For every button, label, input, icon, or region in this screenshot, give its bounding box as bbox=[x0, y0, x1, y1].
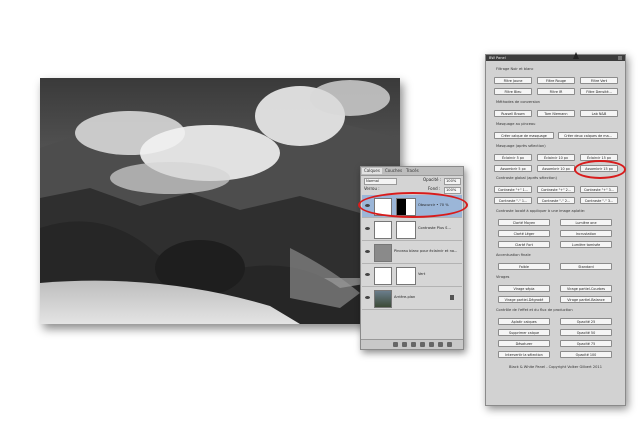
local-contrast-button[interactable]: Clarté Léger bbox=[498, 230, 550, 237]
delete-layer-button[interactable]: Supprimer calque bbox=[498, 329, 550, 336]
adjustment-icon bbox=[374, 267, 392, 285]
contrast-button[interactable]: Contraste "+" 1... bbox=[494, 186, 532, 193]
lighten-button[interactable]: Éclaircir 5 px bbox=[494, 154, 532, 161]
panel-title: BW Panel bbox=[486, 55, 625, 61]
toning-button[interactable]: Virage partiel-Balance bbox=[560, 296, 612, 303]
mask-icon[interactable] bbox=[411, 342, 416, 347]
filter-button[interactable]: Filtre IR bbox=[537, 88, 575, 95]
mask-button[interactable]: Créer calque de masquage bbox=[494, 132, 554, 139]
mask-button[interactable]: Créer deux calques de ma... bbox=[558, 132, 618, 139]
layer-item[interactable]: Arrière-plan bbox=[362, 287, 462, 310]
local-contrast-button[interactable]: Clarté Moyen bbox=[498, 219, 550, 226]
section-heading: Contrôle de l'effet et du flux de produc… bbox=[496, 308, 573, 312]
adjustment-icon[interactable] bbox=[420, 342, 425, 347]
contrast-button[interactable]: Contraste "+" 3... bbox=[580, 186, 618, 193]
tab-layers[interactable]: Calques bbox=[362, 168, 382, 174]
sharpen-button[interactable]: Standard bbox=[560, 263, 612, 270]
highlight-ellipse bbox=[358, 192, 468, 218]
tab-channels[interactable]: Couches bbox=[383, 168, 404, 174]
contrast-button[interactable]: Contraste "-" 2... bbox=[537, 197, 575, 204]
darken-button[interactable]: Assombrir 5 px bbox=[494, 165, 532, 172]
eye-icon[interactable] bbox=[365, 296, 370, 299]
layer-item[interactable]: Contraste Plus S... bbox=[362, 218, 462, 241]
opacity-button[interactable]: Opacité 75 bbox=[560, 340, 612, 347]
contrast-button[interactable]: Contraste "-" 3... bbox=[580, 197, 618, 204]
sharpen-button[interactable]: Faible bbox=[498, 263, 550, 270]
contrast-button[interactable]: Contraste "-" 1... bbox=[494, 197, 532, 204]
close-icon[interactable] bbox=[618, 56, 622, 60]
layer-name: Arrière-plan bbox=[394, 295, 416, 299]
filter-button[interactable]: Filtre Densité... bbox=[580, 88, 618, 95]
landscape-photo bbox=[40, 78, 400, 324]
layer-mask-thumbnail bbox=[396, 267, 416, 285]
conversion-button[interactable]: Tom Niemann bbox=[537, 110, 575, 117]
layer-item[interactable]: Vert bbox=[362, 264, 462, 287]
filter-button[interactable]: Filtre Bleu bbox=[494, 88, 532, 95]
flatten-button[interactable]: Aplatir calques bbox=[498, 318, 550, 325]
filter-button[interactable]: Filtre Vert bbox=[580, 77, 618, 84]
fill-label: Fond : bbox=[428, 186, 441, 191]
layer-name: Pinceau blanc pour éclaircir et no... bbox=[394, 249, 458, 253]
contrast-button[interactable]: Contraste "+" 2... bbox=[537, 186, 575, 193]
bw-panel: BW Panel Filtrage Noir et blanc Filtre J… bbox=[485, 54, 626, 406]
toning-button[interactable]: Virage partiel-Dégradé bbox=[498, 296, 550, 303]
section-heading: Masquage au pinceau bbox=[496, 122, 536, 126]
blend-mode-select[interactable]: Normal bbox=[364, 178, 397, 185]
new-layer-icon[interactable] bbox=[438, 342, 443, 347]
layer-item[interactable]: Pinceau blanc pour éclaircir et no... bbox=[362, 241, 462, 264]
folder-icon[interactable] bbox=[429, 342, 434, 347]
section-heading: Contraste localé à appliquer à une image… bbox=[496, 209, 586, 213]
panel-footer: Black & White Panel - Copyright Volker G… bbox=[509, 365, 602, 369]
darken-button[interactable]: Assombrir 10 px bbox=[537, 165, 575, 172]
fx-icon[interactable] bbox=[402, 342, 407, 347]
opacity-button[interactable]: Opacité 50 bbox=[560, 329, 612, 336]
section-heading: Masquage (après sélection) bbox=[496, 144, 546, 148]
eye-icon[interactable] bbox=[365, 273, 370, 276]
conversion-button[interactable]: Russell Brown bbox=[494, 110, 532, 117]
conversion-button[interactable]: Lab N&B bbox=[580, 110, 618, 117]
opacity-button[interactable]: Opacité 25 bbox=[560, 318, 612, 325]
local-contrast-button[interactable]: Lumière one bbox=[560, 219, 612, 226]
adjustment-icon bbox=[374, 221, 392, 239]
invert-selection-button[interactable]: Intervertir la sélection bbox=[498, 351, 550, 358]
eye-icon[interactable] bbox=[365, 227, 370, 230]
link-icon[interactable] bbox=[393, 342, 398, 347]
toning-button[interactable]: Virage partiel-Courbes bbox=[560, 285, 612, 292]
fill-input[interactable]: 100% bbox=[444, 187, 461, 194]
layer-thumbnail bbox=[374, 290, 392, 308]
panel-title-text: BW Panel bbox=[489, 56, 506, 60]
filter-button[interactable]: Filtre Rouge bbox=[537, 77, 575, 84]
section-heading: Méthodes de conversion bbox=[496, 100, 540, 104]
local-contrast-button[interactable]: Incrustation bbox=[560, 230, 612, 237]
filter-button[interactable]: Filtre Jaune bbox=[494, 77, 532, 84]
opacity-label: Opacité : bbox=[423, 177, 442, 182]
section-heading: Virages bbox=[496, 275, 510, 279]
opacity-input[interactable]: 100% bbox=[444, 178, 461, 185]
highlight-ellipse bbox=[574, 160, 626, 179]
opacity-button[interactable]: Opacité 100 bbox=[560, 351, 612, 358]
section-heading: Accentuation finale bbox=[496, 253, 531, 257]
layer-mask-thumbnail bbox=[396, 221, 416, 239]
local-contrast-button[interactable]: Lumière tamisée bbox=[560, 241, 612, 248]
layer-name: Vert bbox=[418, 272, 426, 276]
mouse-cursor-icon bbox=[573, 52, 579, 59]
lock-icon bbox=[450, 295, 454, 300]
layer-thumbnail bbox=[374, 244, 392, 262]
lighten-button[interactable]: Éclaircir 10 px bbox=[537, 154, 575, 161]
layer-name: Contraste Plus S... bbox=[418, 226, 451, 230]
lock-label: Verrou : bbox=[364, 186, 380, 191]
trash-icon[interactable] bbox=[447, 342, 452, 347]
layers-tabbar: Calques Couches Tracés bbox=[361, 167, 463, 176]
tab-paths[interactable]: Tracés bbox=[404, 168, 421, 174]
desaturate-button[interactable]: Désaturer bbox=[498, 340, 550, 347]
section-heading: Filtrage Noir et blanc bbox=[496, 67, 534, 71]
eye-icon[interactable] bbox=[365, 250, 370, 253]
toning-button[interactable]: Virage sépia bbox=[498, 285, 550, 292]
layers-toolbar bbox=[361, 339, 463, 349]
local-contrast-button[interactable]: Clarté Fort bbox=[498, 241, 550, 248]
section-heading: Contraste global (après sélection) bbox=[496, 176, 557, 180]
